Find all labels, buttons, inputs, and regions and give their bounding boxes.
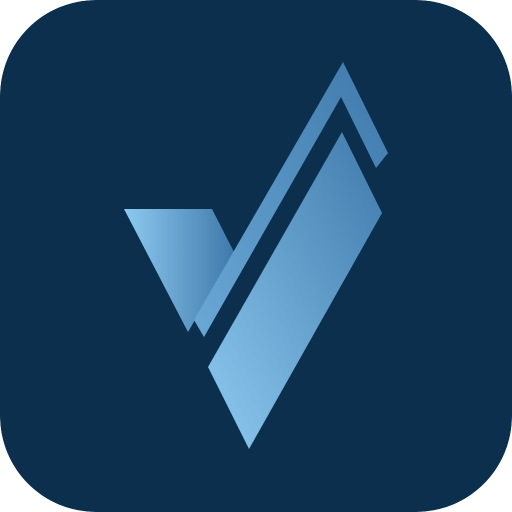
- app-icon[interactable]: [0, 0, 512, 512]
- v-check-logo-icon: [0, 0, 512, 512]
